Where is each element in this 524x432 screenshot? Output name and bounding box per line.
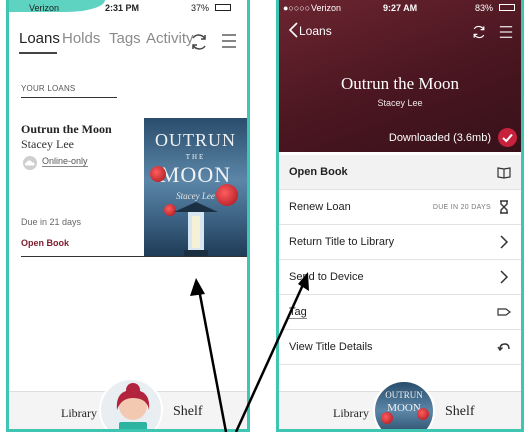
tab-tags[interactable]: Tags — [109, 30, 141, 47]
menu-item-label: Return Title to Library — [289, 236, 395, 248]
undo-arrow-icon — [497, 343, 510, 352]
format-label[interactable]: Online-only — [42, 156, 88, 167]
hourglass-icon — [500, 200, 508, 214]
lantern-decoration — [216, 184, 238, 206]
battery-label: 37% — [191, 3, 210, 13]
thumb-title-line: OUTRUN — [385, 390, 423, 400]
menu-item-open-book[interactable]: Open Book — [279, 155, 521, 190]
open-book-link[interactable]: Open Book — [21, 238, 69, 248]
hamburger-menu-icon[interactable] — [221, 33, 237, 49]
shelf-tab[interactable]: Shelf — [173, 404, 203, 420]
signal-dots: ●○○○○ — [283, 3, 311, 13]
shelf-tabs: Loans Holds Tags Activity — [19, 30, 239, 54]
library-tab[interactable]: Library — [333, 406, 369, 421]
tab-loans[interactable]: Loans — [19, 30, 60, 47]
menu-item-label: View Title Details — [289, 341, 373, 353]
tab-activity[interactable]: Activity — [146, 30, 194, 47]
book-cover[interactable]: OUTRUN THE MOON Stacey Lee — [144, 118, 247, 256]
section-heading: YOUR LOANS — [21, 84, 76, 93]
sync-icon[interactable] — [189, 32, 209, 52]
current-book-thumbnail[interactable]: OUTRUN MOON — [373, 380, 435, 429]
menu-item-renew-loan[interactable]: Renew Loan DUE IN 20 DAYS — [279, 190, 521, 225]
right-phone-screen: ●○○○○ Verizon 9:27 AM 83% Loans Outrun t… — [276, 0, 524, 432]
cover-title-line: THE — [185, 153, 206, 161]
lantern-decoration — [417, 408, 429, 420]
loan-title: Outrun the Moon — [21, 122, 112, 136]
menu-item-label: Renew Loan — [289, 201, 351, 213]
tag-icon — [497, 308, 511, 316]
menu-item-label: Send to Device — [289, 271, 364, 283]
carrier-label: Verizon — [29, 3, 60, 13]
battery-label: 83% — [475, 3, 494, 13]
loan-author: Stacey Lee — [21, 137, 74, 151]
due-date-label: Due in 21 days — [21, 217, 82, 227]
title-heading: Outrun the Moon — [340, 74, 460, 93]
status-time: 2:31 PM — [105, 3, 140, 13]
active-tab-indicator — [19, 52, 57, 54]
title-hero-header: ●○○○○ Verizon 9:27 AM 83% Loans Outrun t… — [279, 0, 521, 152]
loan-card[interactable]: Outrun the Moon Stacey Lee Online-only D… — [21, 118, 247, 258]
chevron-right-icon — [500, 235, 509, 249]
menu-item-label: Open Book — [289, 166, 348, 178]
cloud-icon — [23, 156, 37, 170]
menu-item-return-title[interactable]: Return Title to Library — [279, 225, 521, 260]
battery-icon — [215, 4, 231, 11]
lantern-decoration — [381, 412, 393, 424]
download-status: Downloaded (3.6mb) — [388, 132, 491, 144]
shelf-tab[interactable]: Shelf — [445, 404, 475, 420]
battery-icon — [499, 4, 515, 11]
hamburger-menu-icon[interactable] — [499, 25, 513, 39]
menu-item-view-title-details[interactable]: View Title Details — [279, 330, 521, 365]
status-bar: Verizon 2:31 PM 37% — [9, 0, 247, 16]
title-author: Stacey Lee — [377, 98, 423, 108]
status-time: 9:27 AM — [383, 3, 418, 13]
menu-item-tag[interactable]: Tag — [279, 295, 521, 330]
renew-due-label: DUE IN 20 DAYS — [432, 204, 491, 211]
lantern-decoration — [150, 166, 166, 182]
chevron-right-icon — [500, 270, 509, 284]
chevron-left-icon[interactable] — [287, 22, 299, 38]
carrier-label: Verizon — [311, 3, 342, 13]
status-bar: ●○○○○ Verizon 9:27 AM 83% — [279, 0, 521, 16]
open-book-icon — [497, 167, 511, 179]
library-tab[interactable]: Library — [61, 406, 97, 421]
loan-action-menu: Open Book Renew Loan DUE IN 20 DAYS Retu… — [279, 155, 521, 365]
tab-holds[interactable]: Holds — [62, 30, 100, 47]
menu-item-send-to-device[interactable]: Send to Device — [279, 260, 521, 295]
menu-item-label: Tag — [289, 306, 307, 319]
cover-title-line: OUTRUN — [155, 130, 236, 150]
section-divider — [21, 97, 117, 98]
pagoda-illustration — [174, 202, 218, 256]
check-icon[interactable] — [498, 128, 517, 147]
card-divider — [21, 256, 247, 257]
left-phone-screen: Verizon 2:31 PM 37% Loans Holds Tags Act… — [6, 0, 250, 432]
libby-logo-icon[interactable] — [99, 378, 163, 429]
back-button[interactable]: Loans — [299, 24, 332, 38]
sync-icon[interactable] — [471, 24, 487, 40]
